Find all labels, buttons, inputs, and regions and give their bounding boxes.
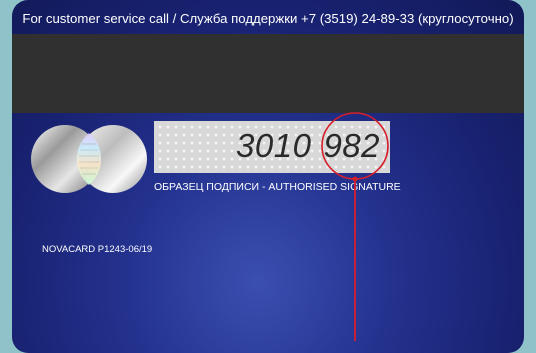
cvv-code: 982 bbox=[323, 127, 380, 164]
card-number-last-digits: 3010 bbox=[236, 127, 312, 164]
card-number-display: 3010 982 bbox=[236, 127, 380, 165]
card-code: NOVACARD P1243-06/19 bbox=[42, 244, 153, 255]
signature-label: ОБРАЗЕЦ ПОДПИСИ - AUTHORISED SIGNATURE bbox=[154, 181, 401, 193]
hologram-icon bbox=[31, 125, 147, 193]
signature-strip: 3010 982 bbox=[154, 121, 390, 173]
customer-service-text: For customer service call / Служба подде… bbox=[22, 11, 514, 26]
magnetic-stripe bbox=[12, 34, 524, 113]
bank-card-back: For customer service call / Служба подде… bbox=[12, 0, 524, 353]
